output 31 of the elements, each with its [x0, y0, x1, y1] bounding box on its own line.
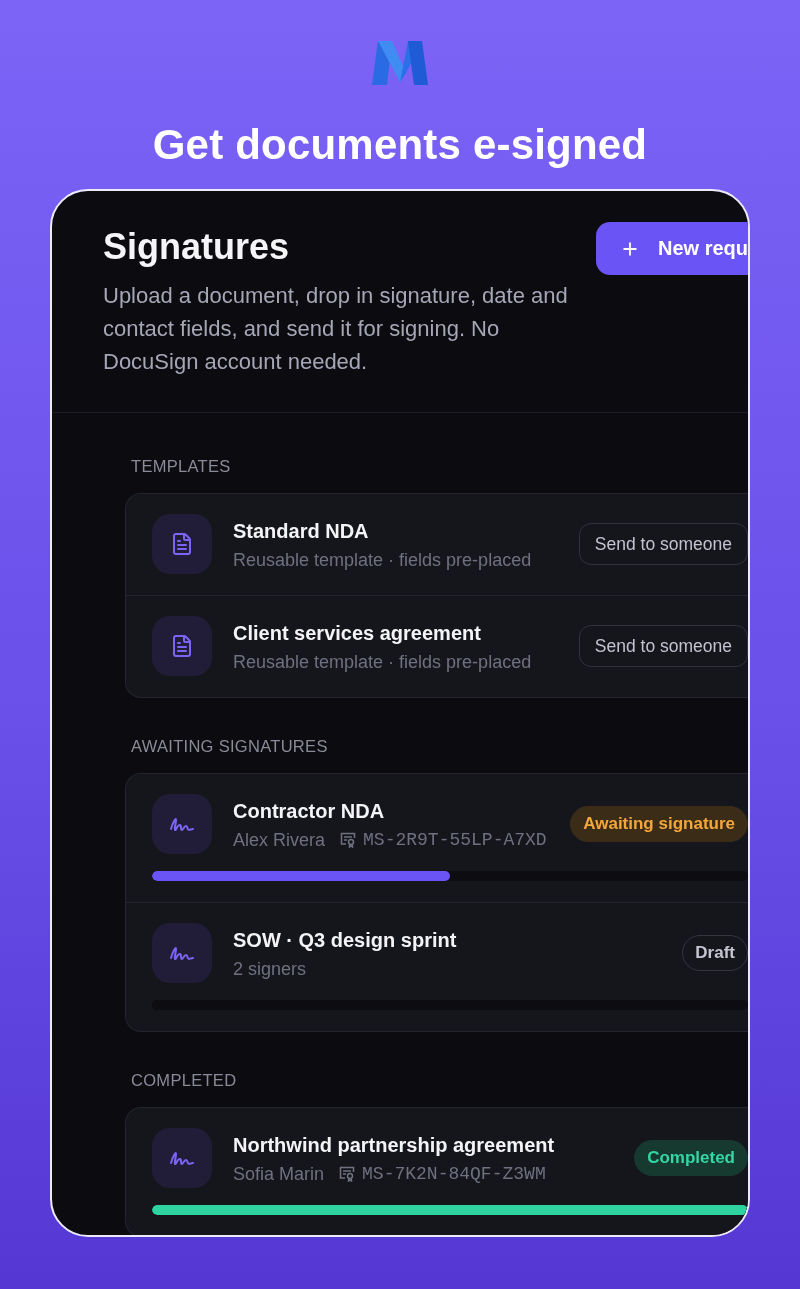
send-button[interactable]: Send to someone: [578, 523, 748, 565]
status-badge: Awaiting signature: [570, 806, 748, 842]
headline: Get documents e-signed: [152, 120, 648, 170]
document-title: Client services agreement: [233, 620, 481, 646]
section-heading: TEMPLATES: [131, 457, 231, 475]
certificate-icon: [340, 831, 357, 848]
send-button[interactable]: Send to someone: [578, 625, 748, 667]
document-subtitle: Reusable template · fields pre-placed: [233, 650, 532, 674]
page-description: Upload a document, drop in signature, date and contact fields, and send it for signing. No DocuSign account needed.: [103, 282, 569, 376]
document-subtitle: Reusable template · fields pre-placed: [233, 548, 532, 572]
new-button[interactable]: New requ: [596, 222, 748, 275]
signature-icon: [152, 1128, 212, 1188]
document-code: MS-2R9T-55LP-A7XD: [363, 828, 547, 852]
certificate-icon: [339, 1165, 356, 1182]
document-code: MS-7K2N-84QF-Z3WM: [362, 1162, 546, 1186]
document-icon: [152, 514, 212, 574]
document-title: SOW · Q3 design sprint: [233, 927, 457, 953]
document-title: Contractor NDA: [233, 798, 385, 824]
signer-text: Alex Rivera: [233, 828, 326, 852]
status-badge: Completed: [634, 1140, 748, 1176]
m-logo-icon: [370, 40, 430, 86]
signature-icon: [152, 923, 212, 983]
page-title: Signatures: [103, 226, 291, 268]
document-title: Standard NDA: [233, 518, 369, 544]
document-icon: [152, 616, 212, 676]
signature-icon: [152, 794, 212, 854]
section-heading: COMPLETED: [131, 1071, 237, 1089]
document-title: Northwind partnership agreement: [233, 1132, 555, 1158]
section-heading: AWAITING SIGNATURES: [131, 737, 328, 755]
signer-text: Sofia Marin: [233, 1162, 325, 1186]
signer-text: 2 signers: [233, 957, 307, 981]
